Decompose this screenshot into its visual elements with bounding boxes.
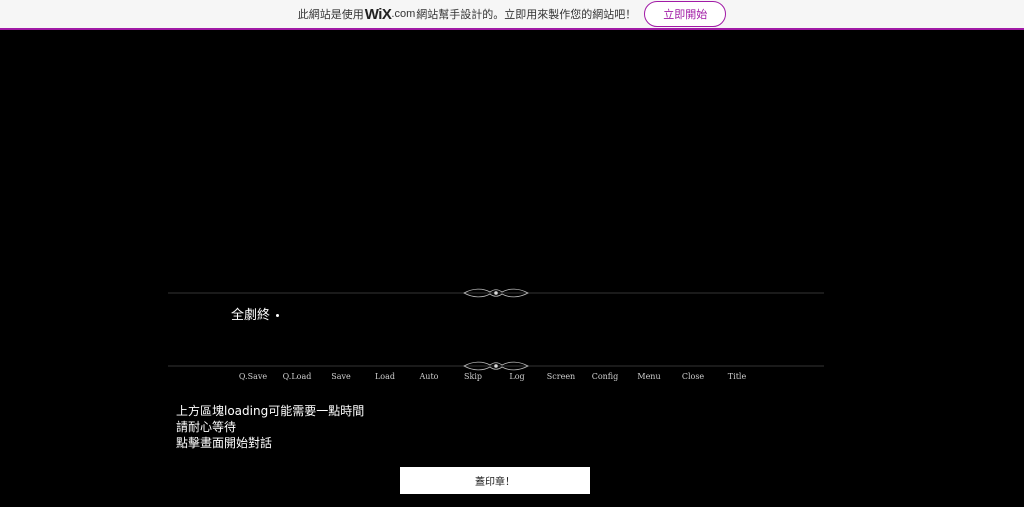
- menu-qload[interactable]: Q.Load: [275, 370, 319, 384]
- wix-logo[interactable]: WiX: [365, 6, 392, 23]
- menu-save[interactable]: Save: [319, 370, 363, 384]
- note-line-2: 請耐心等待: [176, 420, 237, 434]
- menu-screen[interactable]: Screen: [539, 370, 583, 384]
- stamp-button[interactable]: 蓋印章！: [400, 467, 590, 494]
- menu-title[interactable]: Title: [715, 370, 759, 384]
- menu-menu[interactable]: Menu: [627, 370, 671, 384]
- menu-config[interactable]: Config: [583, 370, 627, 384]
- wix-start-button[interactable]: 立即開始: [644, 1, 727, 27]
- wix-banner: 此網站是使用 WiX .com 網站幫手設計的。立即用來製作您的網站吧！ 立即開…: [0, 0, 1024, 30]
- wix-logo-suffix: .com: [391, 8, 416, 20]
- game-menu-bar: Q.Save Q.Load Save Load Auto Skip Log Sc…: [231, 370, 759, 384]
- dialog-continue-icon: [276, 314, 280, 317]
- game-area[interactable]: [0, 30, 1024, 370]
- dialog-text-content: 全劇終: [231, 308, 271, 323]
- note-line-3: 點擊畫面開始對話: [176, 436, 273, 450]
- wix-banner-text-after: 網站幫手設計的。立即用來製作您的網站吧！: [416, 9, 637, 21]
- menu-load[interactable]: Load: [363, 370, 407, 384]
- menu-close[interactable]: Close: [671, 370, 715, 384]
- menu-skip[interactable]: Skip: [451, 370, 495, 384]
- loading-notes: 上方區塊loading可能需要一點時間 請耐心等待 點擊畫面開始對話: [176, 403, 364, 451]
- note-line-1: 上方區塊loading可能需要一點時間: [176, 404, 365, 418]
- menu-auto[interactable]: Auto: [407, 370, 451, 384]
- menu-qsave[interactable]: Q.Save: [231, 370, 275, 384]
- dialog-text[interactable]: 全劇終: [231, 304, 280, 323]
- wix-banner-text: 此網站是使用 WiX .com 網站幫手設計的。立即用來製作您的網站吧！: [298, 6, 637, 23]
- menu-log[interactable]: Log: [495, 370, 539, 384]
- wix-banner-text-before: 此網站是使用: [297, 9, 364, 21]
- ornament-top-divider: [168, 288, 824, 298]
